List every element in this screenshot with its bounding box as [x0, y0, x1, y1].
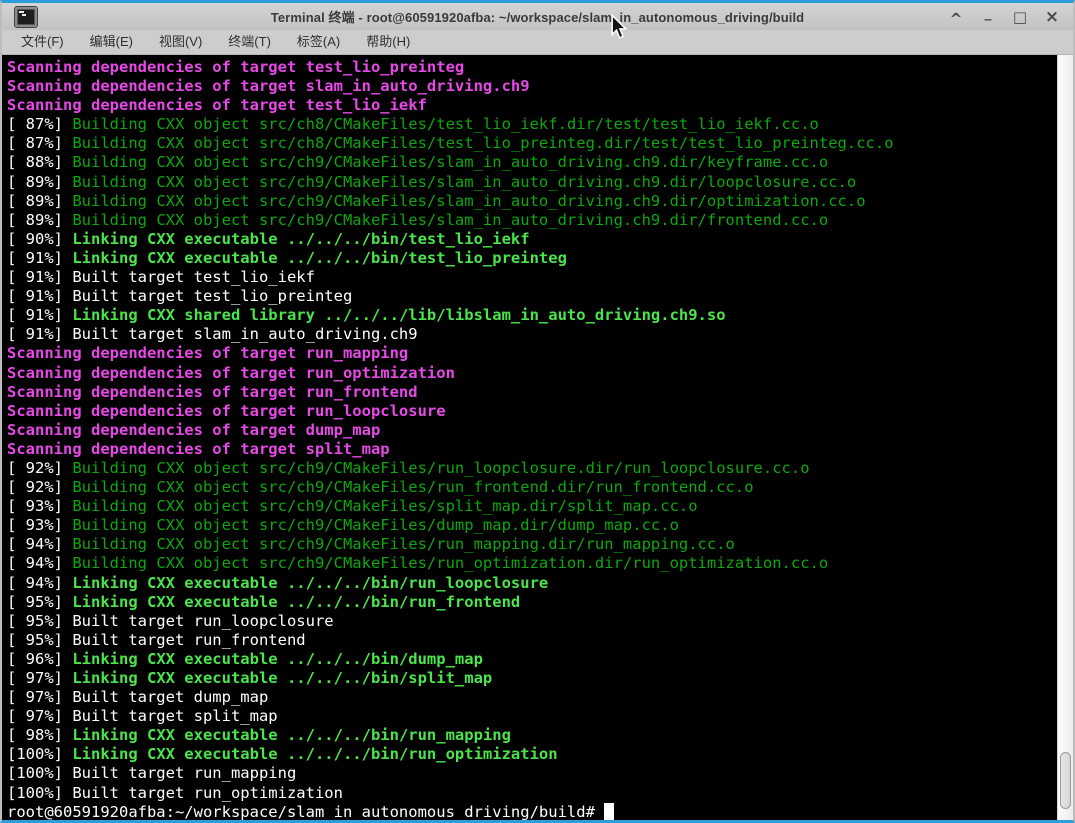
minimize-icon[interactable]: _ [977, 2, 999, 32]
terminal-line: [100%] Built target run_optimization [7, 784, 1057, 803]
menu-tabs[interactable]: 标签(A) [284, 30, 353, 54]
terminal-line: [ 87%] Building CXX object src/ch8/CMake… [7, 115, 1057, 134]
scrollbar-thumb[interactable] [1060, 752, 1071, 809]
terminal-line: [ 87%] Building CXX object src/ch8/CMake… [7, 134, 1057, 153]
scrollbar-track[interactable] [1057, 55, 1073, 820]
menu-file[interactable]: 文件(F) [8, 30, 77, 54]
terminal-line: Scanning dependencies of target slam_in_… [7, 77, 1057, 96]
terminal-output[interactable]: Scanning dependencies of target test_lio… [2, 55, 1057, 820]
terminal-line: [ 91%] Linking CXX shared library ../../… [7, 306, 1057, 325]
terminal-line: [ 95%] Built target run_frontend [7, 631, 1057, 650]
terminal-line: [ 91%] Built target slam_in_auto_driving… [7, 325, 1057, 344]
terminal-line: [ 89%] Building CXX object src/ch9/CMake… [7, 192, 1057, 211]
terminal-line: [ 91%] Built target test_lio_preinteg [7, 287, 1057, 306]
terminal-line: [ 95%] Linking CXX executable ../../../b… [7, 593, 1057, 612]
terminal-line: [ 91%] Linking CXX executable ../../../b… [7, 249, 1057, 268]
terminal-line: Scanning dependencies of target test_lio… [7, 96, 1057, 115]
terminal-line: [ 93%] Building CXX object src/ch9/CMake… [7, 497, 1057, 516]
terminal-line: [ 90%] Linking CXX executable ../../../b… [7, 230, 1057, 249]
terminal-line: [ 97%] Built target dump_map [7, 688, 1057, 707]
terminal-line: [ 93%] Building CXX object src/ch9/CMake… [7, 516, 1057, 535]
terminal-area: Scanning dependencies of target test_lio… [2, 55, 1073, 820]
window-controls: ^ _ □ × [945, 3, 1063, 30]
terminal-line: Scanning dependencies of target run_opti… [7, 364, 1057, 383]
terminal-line: [ 94%] Building CXX object src/ch9/CMake… [7, 554, 1057, 573]
terminal-line: [ 97%] Linking CXX executable ../../../b… [7, 669, 1057, 688]
terminal-line: [ 96%] Linking CXX executable ../../../b… [7, 650, 1057, 669]
terminal-line: Scanning dependencies of target split_ma… [7, 440, 1057, 459]
menu-terminal[interactable]: 终端(T) [215, 30, 284, 54]
terminal-line: [ 94%] Linking CXX executable ../../../b… [7, 574, 1057, 593]
terminal-line: [ 98%] Linking CXX executable ../../../b… [7, 726, 1057, 745]
maximize-icon[interactable]: □ [1009, 6, 1031, 28]
terminal-line: [ 88%] Building CXX object src/ch9/CMake… [7, 153, 1057, 172]
menu-view[interactable]: 视图(V) [146, 30, 215, 54]
terminal-line: [ 92%] Building CXX object src/ch9/CMake… [7, 478, 1057, 497]
menu-edit[interactable]: 编辑(E) [77, 30, 146, 54]
terminal-line: Scanning dependencies of target run_fron… [7, 383, 1057, 402]
titlebar[interactable]: Terminal 终端 - root@60591920afba: ~/works… [2, 3, 1073, 30]
terminal-line: [ 94%] Building CXX object src/ch9/CMake… [7, 535, 1057, 554]
terminal-line: [ 91%] Built target test_lio_iekf [7, 268, 1057, 287]
window-title: Terminal 终端 - root@60591920afba: ~/works… [2, 3, 1073, 30]
terminal-line: Scanning dependencies of target test_lio… [7, 58, 1057, 77]
terminal-line: [ 97%] Built target split_map [7, 707, 1057, 726]
terminal-line: [ 95%] Built target run_loopclosure [7, 612, 1057, 631]
terminal-line: Scanning dependencies of target run_loop… [7, 402, 1057, 421]
menubar: 文件(F) 编辑(E) 视图(V) 终端(T) 标签(A) 帮助(H) [2, 30, 1073, 55]
terminal-window: Terminal 终端 - root@60591920afba: ~/works… [0, 0, 1075, 823]
terminal-line: Scanning dependencies of target run_mapp… [7, 344, 1057, 363]
close-icon[interactable]: × [1041, 6, 1063, 28]
terminal-line: [100%] Linking CXX executable ../../../b… [7, 745, 1057, 764]
text-cursor [604, 803, 613, 820]
menu-help[interactable]: 帮助(H) [353, 30, 423, 54]
terminal-line: [ 92%] Building CXX object src/ch9/CMake… [7, 459, 1057, 478]
terminal-line: root@60591920afba:~/workspace/slam_in_au… [7, 803, 1057, 820]
terminal-app-icon [15, 7, 37, 27]
terminal-line: [100%] Built target run_mapping [7, 764, 1057, 783]
shade-icon[interactable]: ^ [945, 4, 967, 30]
terminal-line: Scanning dependencies of target dump_map [7, 421, 1057, 440]
terminal-line: [ 89%] Building CXX object src/ch9/CMake… [7, 173, 1057, 192]
terminal-line: [ 89%] Building CXX object src/ch9/CMake… [7, 211, 1057, 230]
